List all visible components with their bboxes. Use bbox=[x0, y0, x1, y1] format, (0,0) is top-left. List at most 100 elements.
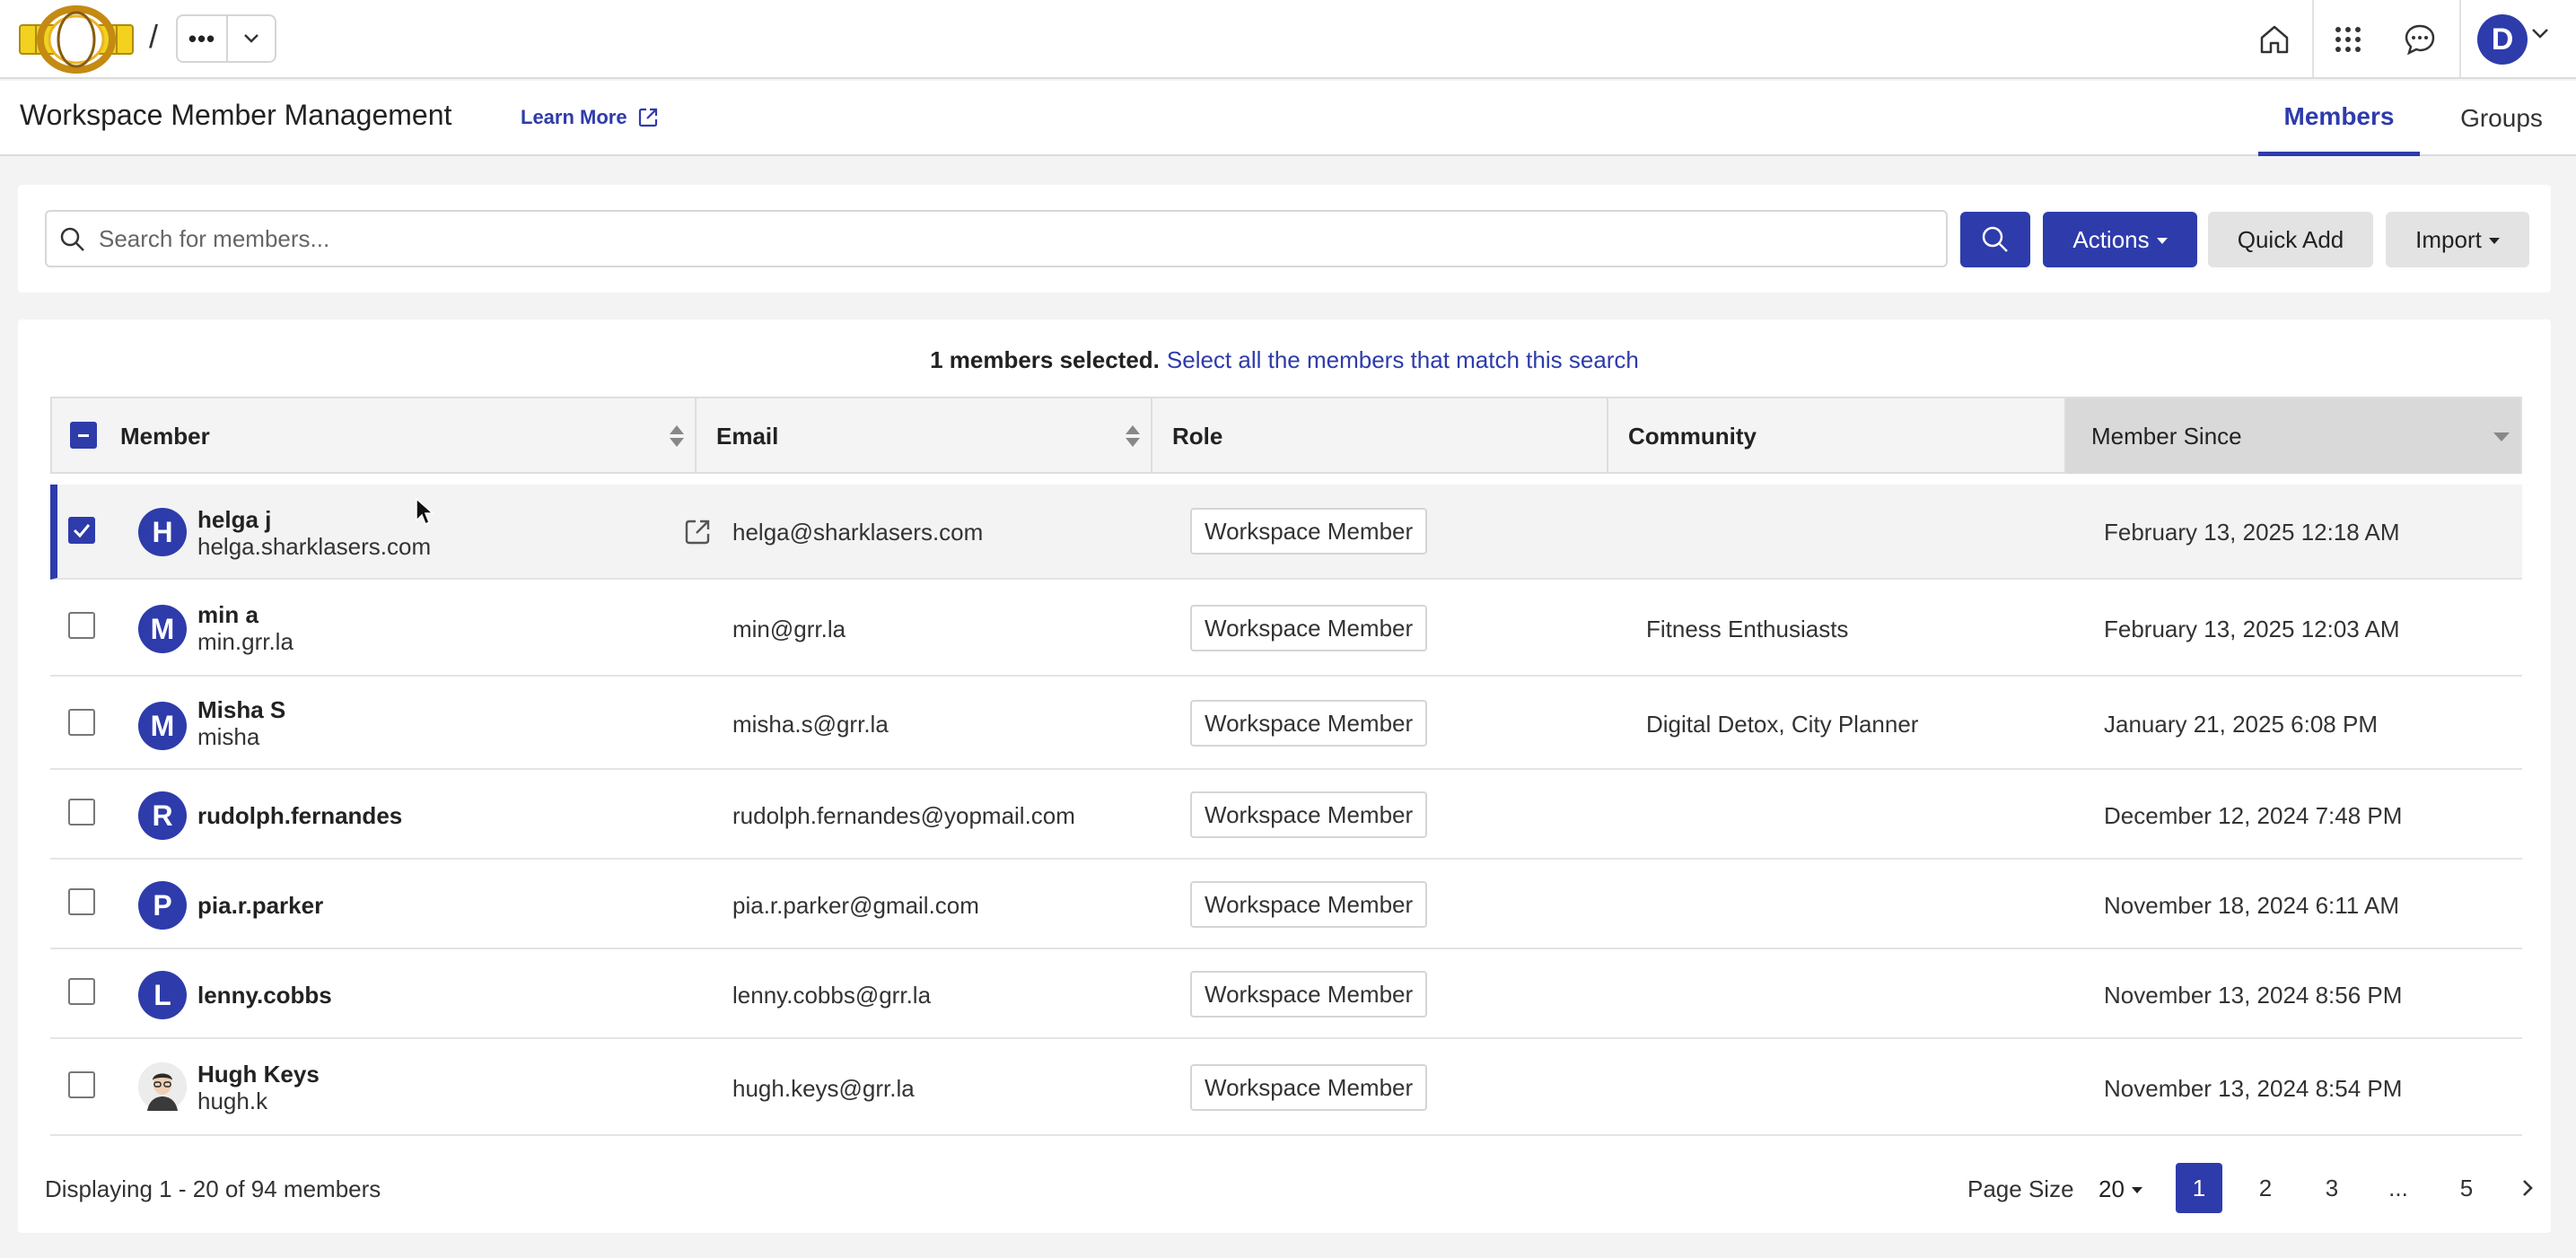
quick-add-button[interactable]: Quick Add bbox=[2208, 212, 2373, 267]
caret-down-icon bbox=[2156, 237, 2168, 244]
apps-grid-icon[interactable] bbox=[2326, 18, 2370, 61]
chat-icon[interactable] bbox=[2398, 18, 2441, 61]
role-badge[interactable]: Workspace Member bbox=[1190, 508, 1428, 555]
sort-icon[interactable] bbox=[1126, 425, 1140, 449]
member-email: helga@sharklasers.com bbox=[732, 519, 984, 546]
role-badge[interactable]: Workspace Member bbox=[1190, 791, 1428, 838]
divider bbox=[2459, 0, 2461, 77]
home-icon[interactable] bbox=[2253, 18, 2296, 61]
sort-icon[interactable] bbox=[670, 425, 684, 449]
member-username: hugh.k bbox=[197, 1088, 268, 1114]
search-panel: Actions Quick Add Import bbox=[18, 185, 2551, 293]
search-button[interactable] bbox=[1960, 212, 2030, 267]
actions-label: Actions bbox=[2072, 225, 2150, 253]
row-checkbox[interactable] bbox=[68, 888, 95, 915]
chevron-right-icon[interactable] bbox=[2504, 1163, 2551, 1213]
avatar-photo bbox=[138, 1062, 187, 1111]
column-header-label: Email bbox=[716, 422, 779, 450]
column-header-member[interactable]: Member bbox=[52, 398, 697, 474]
brand-logo[interactable] bbox=[18, 5, 135, 74]
avatar: P bbox=[138, 881, 187, 930]
import-dropdown-button[interactable]: Import bbox=[2386, 212, 2529, 267]
member-community: Fitness Enthusiasts bbox=[1646, 616, 1849, 642]
row-checkbox[interactable] bbox=[68, 978, 95, 1005]
table-row[interactable]: Hugh Keys hugh.k hugh.keys@grr.la Worksp… bbox=[50, 1039, 2522, 1136]
page-3-button[interactable]: 3 bbox=[2309, 1163, 2355, 1213]
row-checkbox[interactable] bbox=[68, 612, 95, 639]
member-since: February 13, 2025 12:18 AM bbox=[2104, 519, 2400, 546]
member-name: pia.r.parker bbox=[197, 892, 324, 919]
page-2-button[interactable]: 2 bbox=[2242, 1163, 2289, 1213]
search-input[interactable] bbox=[99, 219, 1930, 258]
avatar: R bbox=[138, 791, 187, 840]
role-badge[interactable]: Workspace Member bbox=[1190, 1064, 1428, 1111]
tab-members[interactable]: Members bbox=[2258, 81, 2420, 156]
role-badge[interactable]: Workspace Member bbox=[1190, 881, 1428, 928]
search-icon bbox=[59, 226, 86, 258]
member-email: misha.s@grr.la bbox=[732, 711, 889, 738]
user-avatar[interactable]: D bbox=[2477, 14, 2528, 65]
sort-descending-icon[interactable] bbox=[2493, 432, 2510, 441]
caret-down-icon bbox=[2131, 1187, 2142, 1193]
learn-more-label: Learn More bbox=[521, 106, 627, 128]
member-name: min a bbox=[197, 601, 258, 628]
page-size-dropdown[interactable]: 20 bbox=[2098, 1175, 2142, 1203]
search-icon bbox=[1982, 226, 2008, 252]
member-since: November 13, 2024 8:54 PM bbox=[2104, 1075, 2403, 1102]
row-checkbox[interactable] bbox=[68, 517, 95, 544]
member-name: rudolph.fernandes bbox=[197, 802, 403, 829]
member-since: February 13, 2025 12:03 AM bbox=[2104, 616, 2400, 642]
search-field[interactable] bbox=[45, 210, 1948, 267]
avatar: M bbox=[138, 605, 187, 653]
top-bar: / ••• D bbox=[0, 0, 2576, 79]
column-header-role: Role bbox=[1152, 398, 1608, 474]
member-username: min.grr.la bbox=[197, 628, 294, 655]
select-all-link[interactable]: Select all the members that match this s… bbox=[1167, 346, 1639, 373]
member-since: November 13, 2024 8:56 PM bbox=[2104, 982, 2403, 1009]
page-ellipsis: ... bbox=[2388, 1174, 2408, 1201]
member-name: Hugh Keys bbox=[197, 1061, 320, 1088]
page-5-button[interactable]: 5 bbox=[2443, 1163, 2490, 1213]
column-header-member-since[interactable]: Member Since bbox=[2066, 398, 2520, 474]
divider bbox=[2312, 0, 2314, 77]
selection-banner: 1 members selected. Select all the member… bbox=[18, 346, 2551, 374]
displaying-count: Displaying 1 - 20 of 94 members bbox=[45, 1175, 381, 1202]
page-size-value: 20 bbox=[2098, 1175, 2125, 1202]
learn-more-link[interactable]: Learn More bbox=[521, 106, 660, 129]
role-badge[interactable]: Workspace Member bbox=[1190, 700, 1428, 747]
role-badge[interactable]: Workspace Member bbox=[1190, 605, 1428, 651]
page-1-button[interactable]: 1 bbox=[2176, 1163, 2222, 1213]
row-checkbox[interactable] bbox=[68, 709, 95, 736]
column-header-email[interactable]: Email bbox=[697, 398, 1152, 474]
row-checkbox[interactable] bbox=[68, 1071, 95, 1098]
table-row[interactable]: L lenny.cobbs lenny.cobbs@grr.la Workspa… bbox=[50, 949, 2522, 1039]
role-badge[interactable]: Workspace Member bbox=[1190, 971, 1428, 1018]
table-row[interactable]: M min a min.grr.la min@grr.la Workspace … bbox=[50, 580, 2522, 677]
table-row[interactable]: M Misha S misha misha.s@grr.la Workspace… bbox=[50, 677, 2522, 770]
avatar: L bbox=[138, 971, 187, 1019]
column-header-label: Member Since bbox=[2091, 422, 2242, 450]
table-row[interactable]: R rudolph.fernandes rudolph.fernandes@yo… bbox=[50, 770, 2522, 860]
member-community: Digital Detox, City Planner bbox=[1646, 711, 1919, 738]
breadcrumb-dropdown[interactable]: ••• bbox=[176, 14, 276, 63]
column-header-label: Community bbox=[1628, 422, 1757, 450]
member-username: misha bbox=[197, 723, 260, 750]
member-since: December 12, 2024 7:48 PM bbox=[2104, 802, 2403, 829]
external-link-icon[interactable] bbox=[682, 517, 713, 552]
column-header-community: Community bbox=[1608, 398, 2066, 474]
avatar: M bbox=[138, 702, 187, 750]
tab-groups[interactable]: Groups bbox=[2434, 81, 2569, 156]
chevron-down-icon[interactable] bbox=[228, 16, 275, 61]
select-all-checkbox[interactable] bbox=[70, 422, 97, 449]
page-header: Workspace Member Management Learn More M… bbox=[0, 81, 2576, 156]
actions-dropdown-button[interactable]: Actions bbox=[2043, 212, 2197, 267]
breadcrumb-separator: / bbox=[149, 18, 159, 55]
member-email: min@grr.la bbox=[732, 616, 846, 642]
breadcrumb-more-button[interactable]: ••• bbox=[178, 16, 228, 61]
table-row[interactable]: P pia.r.parker pia.r.parker@gmail.com Wo… bbox=[50, 860, 2522, 949]
members-table-panel: 1 members selected. Select all the member… bbox=[18, 319, 2551, 1233]
member-email: hugh.keys@grr.la bbox=[732, 1075, 915, 1102]
row-checkbox[interactable] bbox=[68, 799, 95, 826]
chevron-down-icon[interactable] bbox=[2531, 27, 2549, 44]
column-header-label: Role bbox=[1172, 422, 1223, 450]
